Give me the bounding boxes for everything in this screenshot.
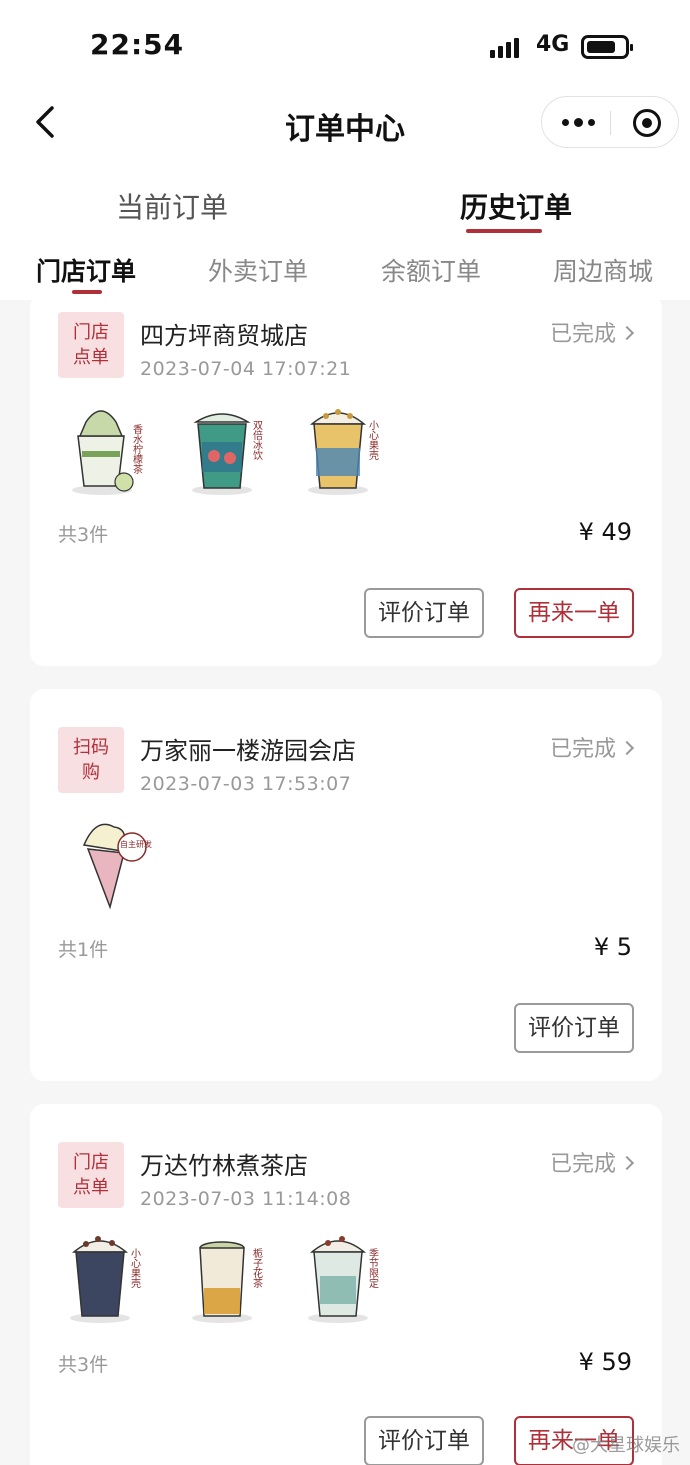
- watermark: @大星球娱乐: [572, 1435, 680, 1456]
- drink-thumbnail: 小心果壳: [308, 409, 379, 495]
- main-tab-indicator: [466, 229, 542, 233]
- order-time: 2023-07-03 17:53:07: [140, 773, 352, 795]
- target-icon[interactable]: [633, 109, 661, 137]
- order-type-badge: 门店 点单: [58, 1142, 124, 1208]
- more-dots-icon[interactable]: [562, 118, 596, 127]
- reorder-button[interactable]: 再来一单: [514, 588, 634, 638]
- order-price: ¥ 49: [578, 518, 632, 546]
- drink-thumbnail: 栀子花茶: [192, 1241, 263, 1323]
- drink-thumbnail: 小心果壳: [70, 1236, 141, 1323]
- order-status[interactable]: 已完成: [550, 731, 635, 763]
- drink-thumbnail: 香水柠檬茶: [72, 410, 143, 495]
- order-status[interactable]: 已完成: [550, 1146, 635, 1178]
- order-status[interactable]: 已完成: [550, 316, 635, 348]
- network-type: 4G: [536, 32, 570, 57]
- subtab-balance-orders[interactable]: 余额订单: [381, 252, 481, 288]
- order-type-badge: 门店 点单: [58, 312, 124, 378]
- subtab-delivery-orders[interactable]: 外卖订单: [208, 252, 308, 288]
- order-price: ¥ 5: [593, 933, 632, 961]
- ice-cream-thumbnail: 自主研发: [82, 823, 152, 910]
- store-name: 四方坪商贸城店: [140, 322, 308, 350]
- drink-thumbnail: 季节限定: [308, 1236, 379, 1323]
- order-price: ¥ 59: [578, 1348, 632, 1376]
- item-count: 共1件: [58, 939, 109, 961]
- review-order-button[interactable]: 评价订单: [364, 588, 484, 638]
- order-time: 2023-07-03 11:14:08: [140, 1188, 352, 1210]
- order-card[interactable]: 扫码购 万家丽一楼游园会店 2023-07-03 17:53:07 已完成 自主…: [30, 689, 662, 1081]
- review-order-button[interactable]: 评价订单: [514, 1003, 634, 1053]
- capsule-divider: [610, 111, 611, 135]
- order-time: 2023-07-04 17:07:21: [140, 358, 352, 380]
- svg-text:自主研发: 自主研发: [120, 839, 152, 849]
- chevron-right-icon: [619, 325, 635, 341]
- chevron-right-icon: [619, 1155, 635, 1171]
- drink-thumbnail: 双倍冰饮: [192, 413, 263, 495]
- order-card[interactable]: 门店 点单 万达竹林煮茶店 2023-07-03 11:14:08 已完成 小心果…: [30, 1104, 662, 1465]
- chevron-right-icon: [619, 740, 635, 756]
- tab-current-orders[interactable]: 当前订单: [116, 186, 228, 226]
- subtab-peripheral-mall[interactable]: 周边商城: [553, 252, 653, 288]
- item-count: 共3件: [58, 524, 109, 546]
- svg-text:栀子花茶: 栀子花茶: [251, 1247, 263, 1288]
- status-time: 22:54: [90, 28, 185, 61]
- svg-text:双倍冰饮: 双倍冰饮: [251, 420, 263, 461]
- store-name: 万家丽一楼游园会店: [140, 737, 356, 765]
- svg-text:香水柠檬茶: 香水柠檬茶: [131, 424, 143, 474]
- order-card[interactable]: 门店 点单 四方坪商贸城店 2023-07-04 17:07:21 已完成 香水柠…: [30, 294, 662, 666]
- svg-text:小心果壳: 小心果壳: [367, 420, 379, 461]
- battery-icon: [581, 35, 633, 59]
- signal-icon: [490, 36, 526, 58]
- order-type-badge: 扫码购: [58, 727, 124, 793]
- tab-history-orders[interactable]: 历史订单: [460, 186, 572, 226]
- svg-text:小心果壳: 小心果壳: [129, 1248, 141, 1289]
- subtab-store-orders[interactable]: 门店订单: [36, 252, 136, 288]
- svg-text:季节限定: 季节限定: [367, 1248, 379, 1289]
- status-bar: 22:54 4G: [0, 0, 690, 90]
- store-name: 万达竹林煮茶店: [140, 1152, 308, 1180]
- review-order-button[interactable]: 评价订单: [364, 1416, 484, 1465]
- item-count: 共3件: [58, 1354, 109, 1376]
- mini-program-capsule: [541, 96, 679, 148]
